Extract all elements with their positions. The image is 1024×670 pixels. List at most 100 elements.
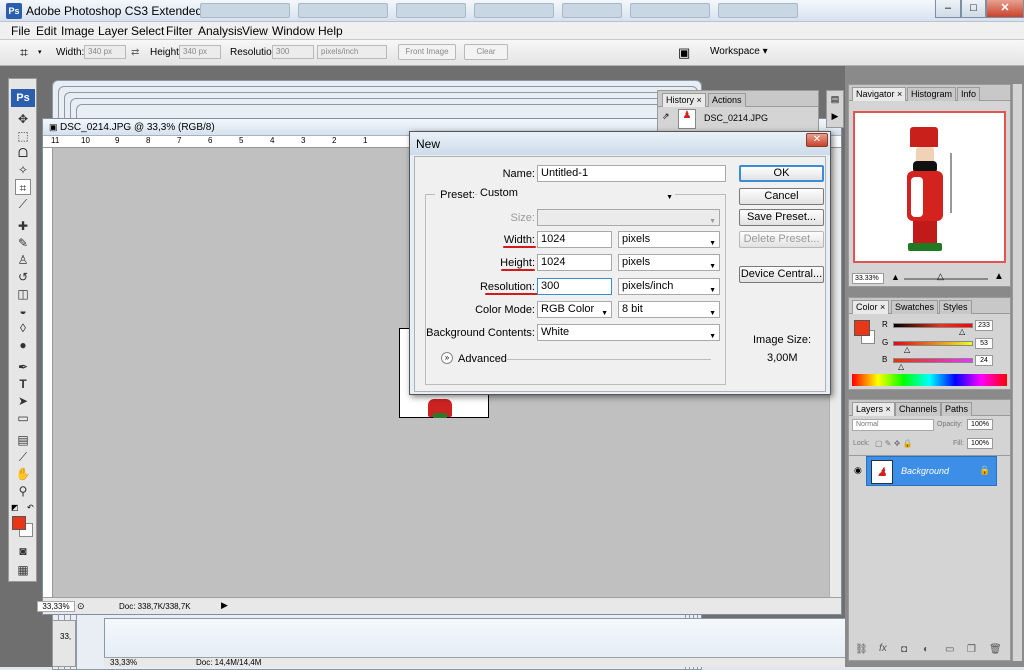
- r-slider-thumb[interactable]: △: [959, 327, 965, 336]
- vertical-ruler[interactable]: [43, 148, 53, 597]
- eraser-tool-icon[interactable]: ◫: [15, 286, 31, 302]
- status-menu-arrow-icon[interactable]: ▶: [221, 600, 228, 611]
- eyedropper-icon[interactable]: ⟋: [15, 449, 31, 465]
- menu-layer[interactable]: Layer: [98, 24, 128, 38]
- group-icon[interactable]: ▭: [945, 644, 954, 655]
- b-slider[interactable]: [893, 358, 973, 363]
- marquee-tool-icon[interactable]: ⬚: [15, 128, 31, 144]
- adjustment-icon[interactable]: ◐: [923, 644, 929, 655]
- device-central-button[interactable]: Device Central...: [739, 266, 824, 283]
- menu-help[interactable]: Help: [318, 24, 343, 38]
- menu-file[interactable]: File: [11, 24, 30, 38]
- maximize-button[interactable]: □: [961, 0, 986, 18]
- tab-histogram[interactable]: Histogram: [907, 87, 957, 101]
- close-window-button[interactable]: ✕: [986, 0, 1024, 18]
- b-slider-thumb[interactable]: △: [898, 362, 904, 371]
- menu-window[interactable]: Window: [272, 24, 315, 38]
- name-field[interactable]: Untitled-1: [537, 165, 726, 182]
- lock-icons[interactable]: ▢ ✎ ✥ 🔒: [875, 439, 913, 448]
- blur-tool-icon[interactable]: ◊: [15, 320, 31, 336]
- menu-image[interactable]: Image: [61, 24, 94, 38]
- screen-mode-icon[interactable]: ▦: [15, 562, 31, 578]
- crop-tool-icon[interactable]: ⌗: [15, 179, 31, 195]
- fg-color-swatch[interactable]: [854, 320, 870, 336]
- chevron-down-icon[interactable]: ▾: [38, 48, 42, 56]
- magic-wand-icon[interactable]: ✧: [15, 162, 31, 178]
- taskbar-tab[interactable]: [718, 3, 798, 18]
- minimize-button[interactable]: –: [935, 0, 961, 18]
- lasso-tool-icon[interactable]: ᗝ: [15, 145, 31, 161]
- tab-styles[interactable]: Styles: [939, 300, 972, 314]
- snapshot-icon[interactable]: ⇗: [662, 111, 670, 122]
- bit-depth-select[interactable]: 8 bit ▼: [618, 301, 720, 318]
- option-width-field[interactable]: 340 px: [84, 45, 126, 59]
- new-layer-icon[interactable]: ❐: [967, 644, 976, 655]
- option-resolution-unit[interactable]: pixels/inch: [317, 45, 387, 59]
- tab-history[interactable]: History ×: [662, 93, 706, 107]
- color-mode-select[interactable]: RGB Color ▼: [537, 301, 612, 318]
- palette-well-icon[interactable]: ▣: [678, 45, 690, 61]
- slice-tool-icon[interactable]: ⟋: [15, 196, 31, 212]
- tab-info[interactable]: Info: [957, 87, 981, 101]
- link-icon[interactable]: ⛓: [855, 644, 868, 655]
- trash-icon[interactable]: 🗑: [989, 644, 1002, 655]
- tab-actions[interactable]: Actions: [708, 93, 746, 107]
- menu-edit[interactable]: Edit: [36, 24, 57, 38]
- zoom-slider-thumb[interactable]: △: [937, 271, 944, 282]
- tab-layers[interactable]: Layers ×: [852, 402, 895, 416]
- taskbar-tab[interactable]: [200, 3, 290, 18]
- foreground-color-swatch[interactable]: [12, 516, 26, 530]
- swap-colors-icon[interactable]: ↶: [27, 503, 34, 512]
- type-tool-icon[interactable]: T: [15, 376, 31, 392]
- workspace-menu[interactable]: Workspace ▾: [710, 46, 768, 57]
- resolution-field[interactable]: 300: [537, 278, 612, 295]
- swap-icon[interactable]: ⇄: [131, 47, 139, 58]
- paint-bucket-icon[interactable]: ◒: [15, 303, 31, 319]
- advanced-expand-icon[interactable]: »: [441, 352, 453, 364]
- opacity-field[interactable]: 100%: [967, 419, 993, 430]
- dock-scrollbar[interactable]: [1012, 84, 1022, 661]
- taskbar-tab[interactable]: [630, 3, 710, 18]
- tab-paths[interactable]: Paths: [941, 402, 973, 416]
- zoom-slider[interactable]: [904, 278, 988, 280]
- taskbar-tab[interactable]: [474, 3, 554, 18]
- clone-stamp-icon[interactable]: ♙: [15, 252, 31, 268]
- b-value[interactable]: 24: [975, 355, 993, 366]
- front-image-button[interactable]: Front Image: [398, 44, 456, 60]
- move-tool-icon[interactable]: ✥: [15, 111, 31, 127]
- zoom-field[interactable]: 33,33%: [37, 601, 75, 612]
- g-value[interactable]: 53: [975, 338, 993, 349]
- crop-tool-icon[interactable]: ⌗: [20, 44, 28, 61]
- g-slider-thumb[interactable]: △: [904, 345, 910, 354]
- navigator-zoom-field[interactable]: 33.33%: [852, 273, 884, 284]
- healing-brush-icon[interactable]: ✚: [15, 218, 31, 234]
- hand-tool-icon[interactable]: ✋: [15, 466, 31, 482]
- actions-icon[interactable]: ▶: [827, 111, 843, 122]
- height-field[interactable]: 1024: [537, 254, 612, 271]
- history-brush-icon[interactable]: ↺: [15, 269, 31, 285]
- fx-icon[interactable]: fx: [879, 643, 887, 654]
- menu-select[interactable]: Select: [131, 24, 164, 38]
- tab-swatches[interactable]: Swatches: [891, 300, 939, 314]
- default-colors-icon[interactable]: ◩: [11, 503, 19, 512]
- navigator-preview[interactable]: [853, 111, 1006, 263]
- dodge-tool-icon[interactable]: ●: [15, 337, 31, 353]
- width-field[interactable]: 1024: [537, 231, 612, 248]
- blend-mode-select[interactable]: Normal: [852, 419, 934, 431]
- menu-filter[interactable]: Filter: [166, 24, 193, 38]
- layer-row-background[interactable]: ♟ Background 🔒: [866, 456, 997, 486]
- ok-button[interactable]: OK: [739, 165, 824, 182]
- preset-select[interactable]: Custom ▼: [477, 186, 675, 203]
- r-value[interactable]: 233: [975, 320, 993, 331]
- taskbar-tab[interactable]: [396, 3, 466, 18]
- pen-tool-icon[interactable]: ✒: [15, 359, 31, 375]
- quick-mask-icon[interactable]: ◙: [15, 543, 31, 559]
- color-spectrum[interactable]: [852, 374, 1007, 386]
- tab-color[interactable]: Color ×: [852, 300, 890, 314]
- width-unit-select[interactable]: pixels ▼: [618, 231, 720, 248]
- clear-button[interactable]: Clear: [464, 44, 508, 60]
- option-resolution-field[interactable]: 300: [272, 45, 314, 59]
- eye-icon[interactable]: ◉: [854, 465, 862, 476]
- tab-channels[interactable]: Channels: [895, 402, 942, 416]
- brush-tool-icon[interactable]: ✎: [15, 235, 31, 251]
